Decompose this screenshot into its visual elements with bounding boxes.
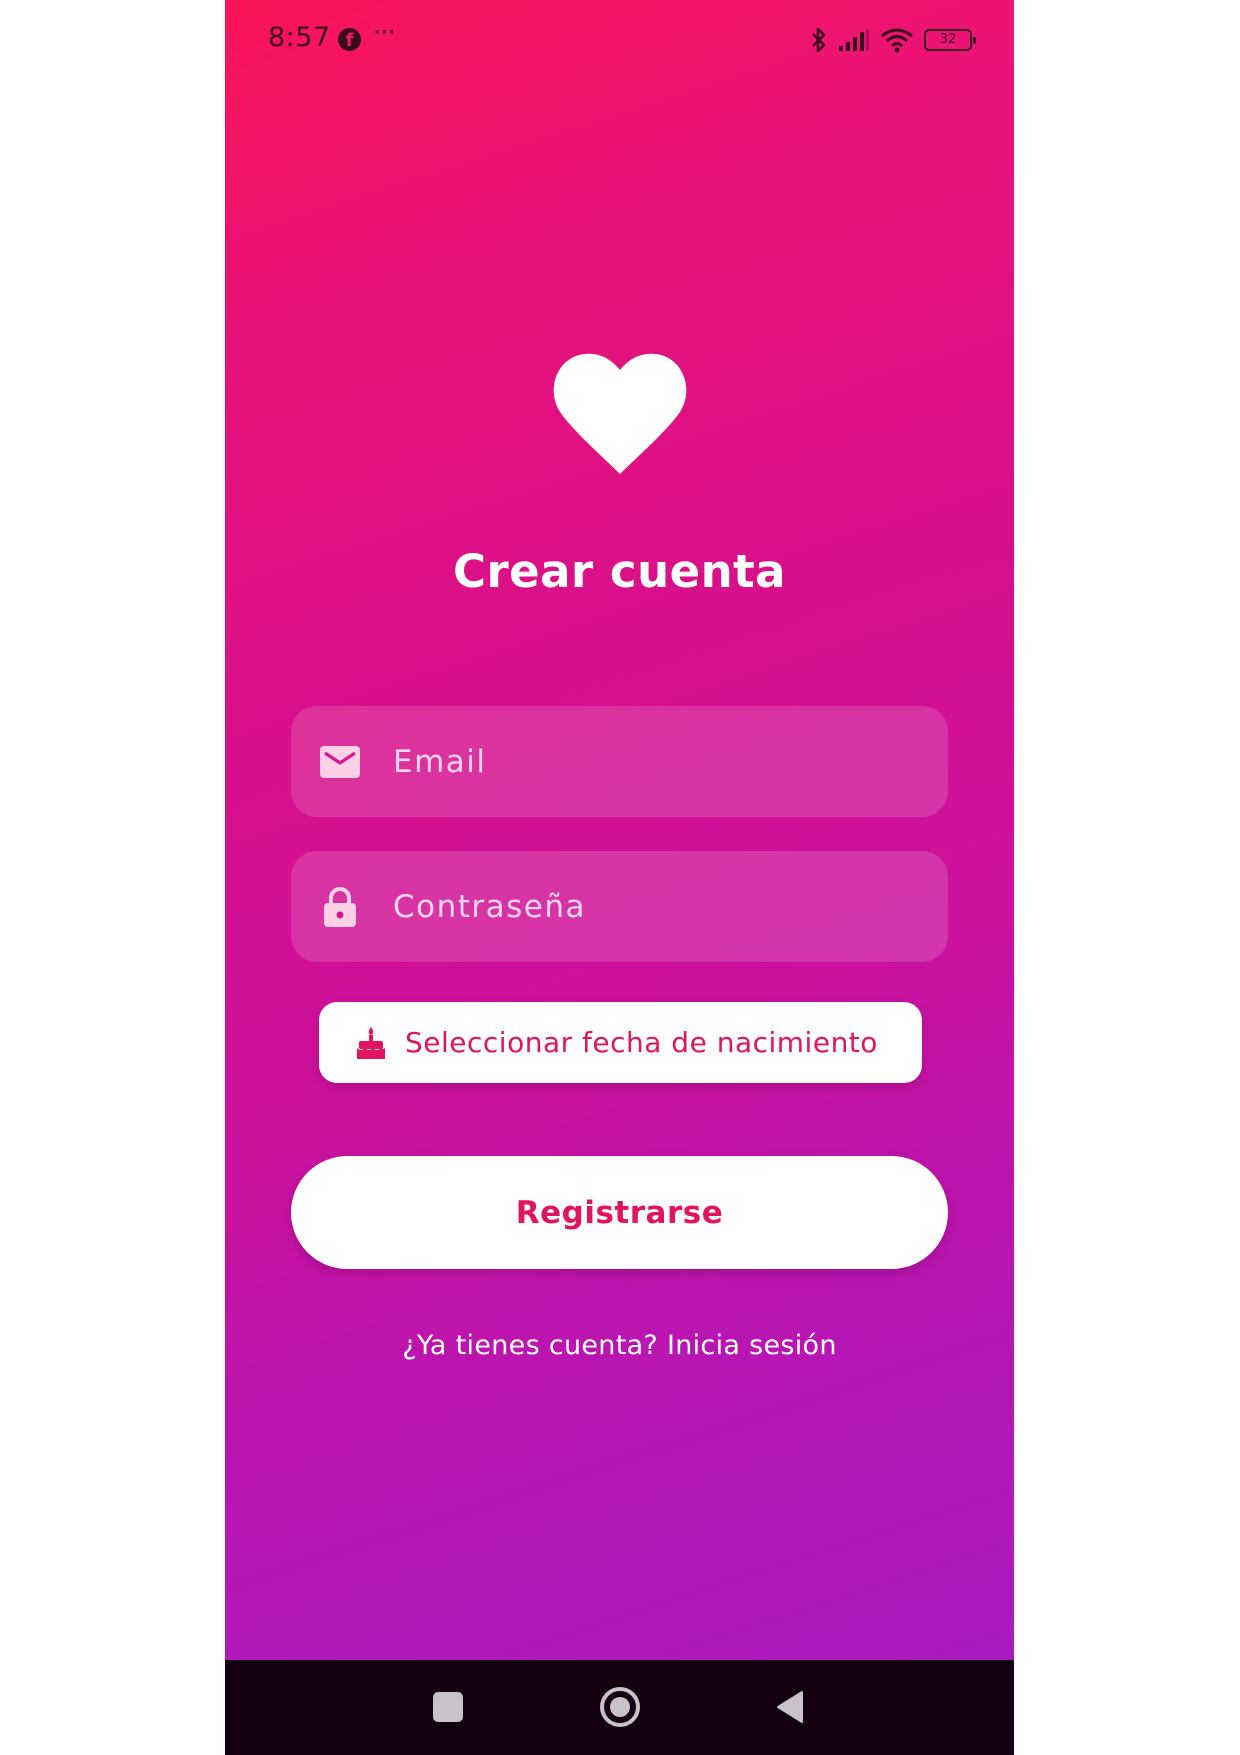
wifi-icon	[881, 28, 913, 53]
page-title: Crear cuenta	[452, 545, 787, 598]
back-triangle-icon[interactable]	[775, 1689, 805, 1725]
facebook-icon: f	[338, 28, 361, 51]
login-link[interactable]: ¿Ya tienes cuenta? Inicia sesión	[225, 1330, 1014, 1361]
home-circle-icon[interactable]	[600, 1687, 640, 1727]
birthdate-button[interactable]: Seleccionar fecha de nacimiento	[319, 1002, 922, 1083]
status-bar: 8:57 f ··· 32	[225, 0, 1014, 80]
password-field[interactable]	[291, 851, 948, 962]
recents-square-icon[interactable]	[433, 1692, 463, 1722]
phone-frame: 8:57 f ··· 32 Crear cuenta Email Selecci…	[225, 0, 1014, 1755]
password-input[interactable]	[391, 851, 921, 962]
status-time: 8:57	[268, 22, 331, 53]
birthdate-button-label: Seleccionar fecha de nacimiento	[405, 1026, 878, 1059]
mail-icon	[320, 746, 360, 778]
battery-level: 32	[939, 32, 957, 47]
bluetooth-icon	[812, 27, 826, 53]
heart-icon	[553, 353, 687, 474]
email-input[interactable]	[391, 706, 921, 817]
signup-screen: 8:57 f ··· 32 Crear cuenta Email Selecci…	[225, 0, 1014, 1660]
lock-icon	[324, 887, 356, 927]
cake-icon	[357, 1026, 385, 1059]
status-icons: 32	[810, 24, 976, 56]
signal-icon	[839, 29, 869, 51]
more-dots-icon: ···	[373, 18, 396, 48]
battery-icon: 32	[924, 29, 976, 51]
navigation-bar	[225, 1660, 1014, 1755]
register-button[interactable]: Registrarse	[291, 1156, 948, 1269]
email-field[interactable]	[291, 706, 948, 817]
